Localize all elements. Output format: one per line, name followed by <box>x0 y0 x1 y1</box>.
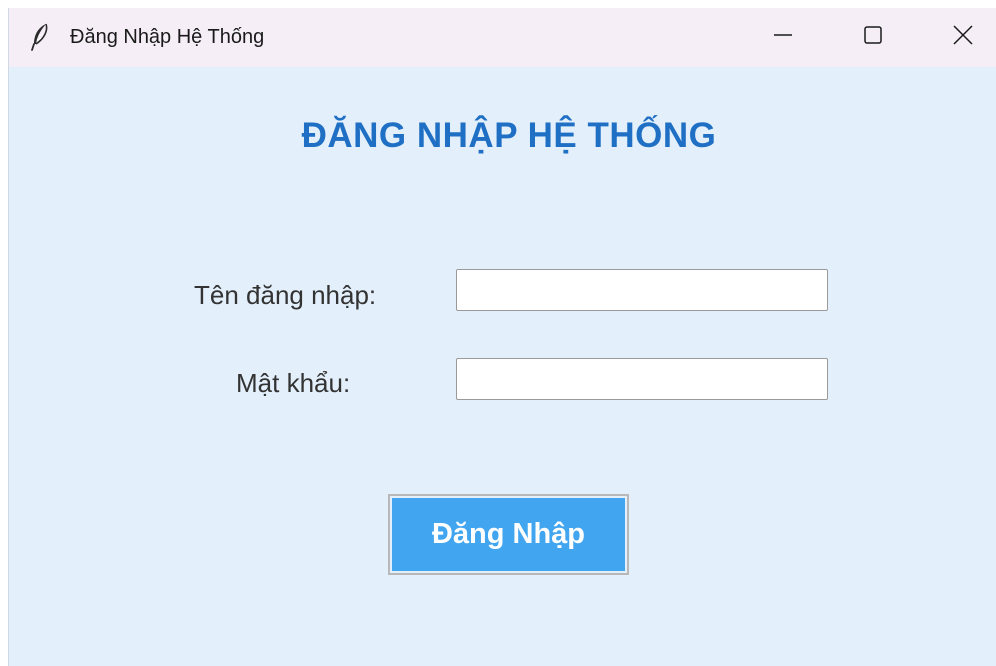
maximize-button[interactable] <box>843 8 903 67</box>
maximize-icon <box>861 23 885 52</box>
close-icon <box>951 23 975 52</box>
minimize-button[interactable] <box>753 8 813 67</box>
password-input[interactable] <box>456 358 828 400</box>
minimize-icon <box>771 23 795 52</box>
close-button[interactable] <box>933 8 993 67</box>
window-title: Đăng Nhập Hệ Thống <box>70 26 265 48</box>
feather-icon <box>29 22 51 52</box>
username-input[interactable] <box>456 269 828 311</box>
login-button[interactable]: Đăng Nhập <box>388 494 629 575</box>
password-label: Mật khẩu: <box>236 368 351 398</box>
page-title: ĐĂNG NHẬP HỆ THỐNG <box>301 116 717 155</box>
username-label: Tên đăng nhập: <box>194 280 377 310</box>
login-window: Đăng Nhập Hệ Thống ĐĂNG NHẬP HỆ THỐNG Tê… <box>8 8 996 666</box>
title-bar[interactable]: Đăng Nhập Hệ Thống <box>9 8 996 67</box>
